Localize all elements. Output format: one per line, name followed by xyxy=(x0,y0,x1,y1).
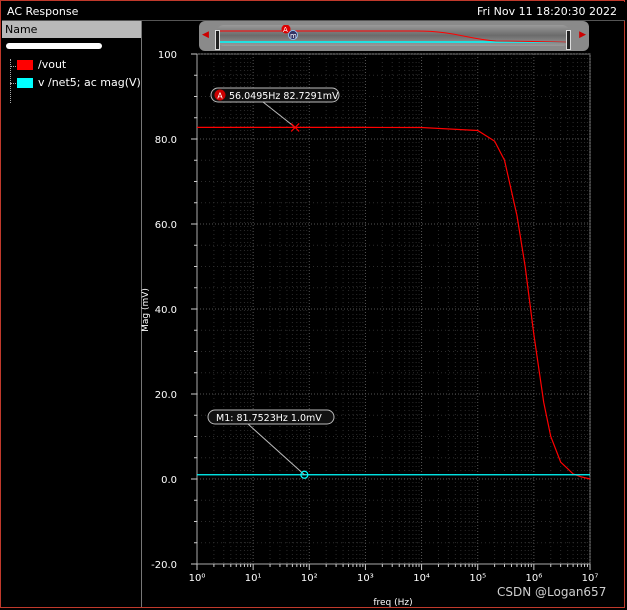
x-tick-label: 10⁴ xyxy=(413,573,430,584)
marker-a-label: 56.0495Hz 82.7291mV xyxy=(229,91,339,102)
chart: 100 80.0 60.0 40.0 20.0 0.0 -20.0 10⁰ 10¹ 10² 10³ 1… xyxy=(141,50,606,608)
marker-m1-label: M1: 81.7523Hz 1.0mV xyxy=(216,413,322,424)
watermark: CSDN @Logan657 xyxy=(497,585,606,599)
y-tick-label: 100 xyxy=(158,50,177,61)
y-axis-title: Mag (mV) xyxy=(141,288,151,332)
y-tick-label: 20.0 xyxy=(155,390,177,401)
x-tick-label: 10⁷ xyxy=(582,573,599,584)
x-tick-label: 10⁵ xyxy=(469,573,486,584)
y-tick-label: 40.0 xyxy=(155,305,177,316)
y-tick-label: 60.0 xyxy=(155,220,177,231)
x-tick-label: 10¹ xyxy=(245,573,262,584)
y-tick-label: 80.0 xyxy=(155,135,177,146)
marker-a-badge: A xyxy=(217,92,223,101)
x-tick-label: 10² xyxy=(301,573,318,584)
x-tick-label: 10³ xyxy=(357,573,374,584)
y-tick-label: 0.0 xyxy=(161,475,177,486)
y-tick-label: -20.0 xyxy=(151,560,177,571)
x-axis-title: freq (Hz) xyxy=(373,598,412,608)
x-tick-label: 10⁶ xyxy=(525,573,542,584)
x-tick-label: 10⁰ xyxy=(189,573,206,584)
